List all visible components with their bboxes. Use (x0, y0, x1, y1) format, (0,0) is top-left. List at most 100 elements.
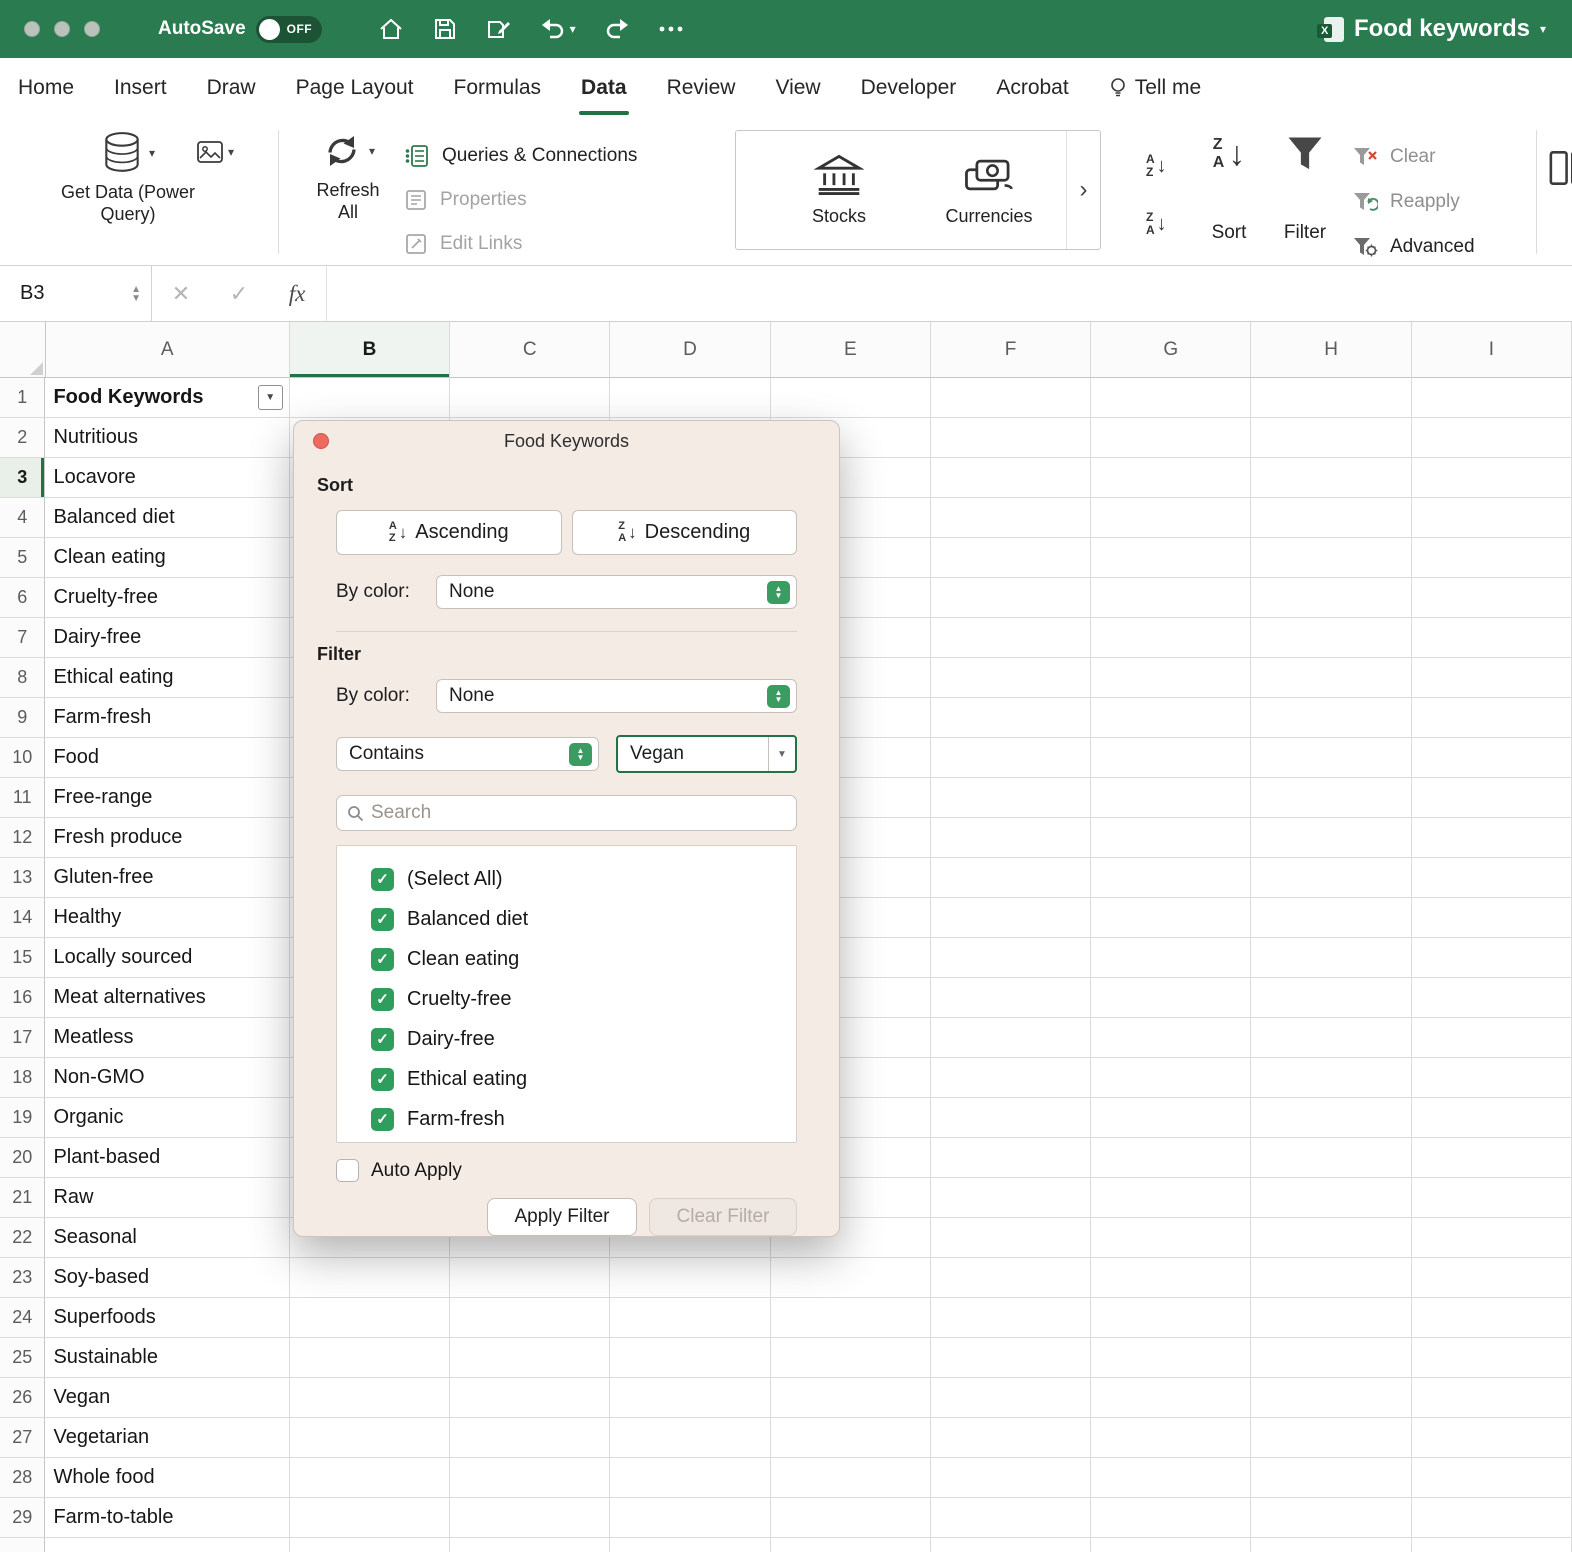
col-header-A[interactable]: A (45, 322, 290, 378)
cell-I15[interactable] (1411, 938, 1572, 978)
reapply-filter-button[interactable]: Reapply (1352, 179, 1475, 224)
row-header-20[interactable]: 20 (0, 1138, 46, 1178)
col-header-F[interactable]: F (930, 322, 1092, 378)
name-box-stepper[interactable]: ▲ ▼ (131, 284, 141, 303)
row-header-26[interactable]: 26 (0, 1378, 46, 1418)
cell-H13[interactable] (1251, 858, 1412, 898)
cell-G27[interactable] (1091, 1418, 1252, 1458)
checkbox-icon[interactable]: ✓ (371, 947, 394, 971)
cell-F4[interactable] (930, 498, 1092, 538)
cell-F21[interactable] (930, 1178, 1092, 1218)
cell-E1[interactable] (770, 378, 931, 418)
cell-H1[interactable] (1251, 378, 1412, 418)
search-input[interactable] (371, 802, 786, 824)
cell-I26[interactable] (1411, 1378, 1572, 1418)
cell-A13[interactable]: Gluten-free (45, 858, 290, 898)
cell-E25[interactable] (770, 1338, 931, 1378)
cell-F6[interactable] (930, 578, 1092, 618)
filter-text-combobox[interactable]: Vegan ▼ (616, 735, 797, 773)
cell-F19[interactable] (930, 1098, 1092, 1138)
filter-list-item[interactable]: ✓ Clean eating (371, 939, 796, 979)
search-box[interactable] (336, 795, 797, 831)
cell-A12[interactable]: Fresh produce (45, 818, 290, 858)
cell-F2[interactable] (930, 418, 1092, 458)
from-picture-chevron-icon[interactable]: ▾ (228, 145, 234, 159)
cell-C27[interactable] (450, 1418, 611, 1458)
cell-G20[interactable] (1091, 1138, 1252, 1178)
save-icon[interactable] (432, 16, 458, 42)
cell-F3[interactable] (930, 458, 1092, 498)
cell-H14[interactable] (1251, 898, 1412, 938)
refresh-all-chevron-icon[interactable]: ▾ (369, 144, 375, 158)
more-commands-icon[interactable] (658, 24, 684, 34)
sort-ascending-dialog-button[interactable]: A Z ↓ Ascending (336, 510, 562, 555)
row-header-21[interactable]: 21 (0, 1178, 46, 1218)
cell-B30[interactable] (290, 1538, 451, 1552)
cell-E28[interactable] (770, 1458, 931, 1498)
select-all-corner[interactable] (0, 322, 46, 378)
cell-G19[interactable] (1091, 1098, 1252, 1138)
filter-list-item[interactable]: ✓ Farm-fresh (371, 1099, 796, 1139)
cell-A17[interactable]: Meatless (45, 1018, 290, 1058)
cell-D30[interactable] (610, 1538, 771, 1552)
cell-H24[interactable] (1251, 1298, 1412, 1338)
cell-I17[interactable] (1411, 1018, 1572, 1058)
cell-C28[interactable] (450, 1458, 611, 1498)
cell-H4[interactable] (1251, 498, 1412, 538)
cell-A2[interactable]: Nutritious (45, 418, 290, 458)
cell-F16[interactable] (930, 978, 1092, 1018)
cell-F24[interactable] (930, 1298, 1092, 1338)
cell-G8[interactable] (1091, 658, 1252, 698)
redo-button[interactable] (604, 17, 630, 41)
cell-G11[interactable] (1091, 778, 1252, 818)
minimize-window-button[interactable] (54, 21, 70, 37)
cell-F15[interactable] (930, 938, 1092, 978)
cell-A4[interactable]: Balanced diet (45, 498, 290, 538)
cell-I5[interactable] (1411, 538, 1572, 578)
undo-button[interactable]: ▾ (540, 17, 576, 41)
cell-F12[interactable] (930, 818, 1092, 858)
cell-G21[interactable] (1091, 1178, 1252, 1218)
cell-F17[interactable] (930, 1018, 1092, 1058)
cell-G3[interactable] (1091, 458, 1252, 498)
row-header-25[interactable]: 25 (0, 1338, 46, 1378)
cell-H5[interactable] (1251, 538, 1412, 578)
text-to-columns-button[interactable] (1548, 148, 1572, 188)
cell-H25[interactable] (1251, 1338, 1412, 1378)
cell-I2[interactable] (1411, 418, 1572, 458)
cell-G23[interactable] (1091, 1258, 1252, 1298)
cell-H27[interactable] (1251, 1418, 1412, 1458)
cell-F10[interactable] (930, 738, 1092, 778)
cell-F5[interactable] (930, 538, 1092, 578)
cell-D29[interactable] (610, 1498, 771, 1538)
stocks-data-type[interactable]: Stocks (764, 131, 914, 249)
document-title-group[interactable]: X Food keywords ▾ (1316, 15, 1572, 43)
cell-A10[interactable]: Food (45, 738, 290, 778)
cell-H28[interactable] (1251, 1458, 1412, 1498)
cell-D26[interactable] (610, 1378, 771, 1418)
cell-E27[interactable] (770, 1418, 931, 1458)
cell-H10[interactable] (1251, 738, 1412, 778)
filter-condition-select[interactable]: Contains ▲ ▼ (336, 737, 599, 771)
cell-E24[interactable] (770, 1298, 931, 1338)
cell-A25[interactable]: Sustainable (45, 1338, 290, 1378)
cell-G29[interactable] (1091, 1498, 1252, 1538)
cell-B1[interactable] (289, 378, 451, 418)
row-header-1[interactable]: 1 (0, 378, 46, 418)
tab-review[interactable]: Review (667, 58, 736, 118)
tab-page-layout[interactable]: Page Layout (296, 58, 414, 118)
checkbox-icon[interactable]: ✓ (371, 867, 394, 891)
cell-A29[interactable]: Farm-to-table (45, 1498, 290, 1538)
zoom-window-button[interactable] (84, 21, 100, 37)
cell-A21[interactable]: Raw (45, 1178, 290, 1218)
cell-I14[interactable] (1411, 898, 1572, 938)
row-header-30[interactable] (0, 1538, 46, 1552)
cell-A8[interactable]: Ethical eating (45, 658, 290, 698)
cell-A22[interactable]: Seasonal (45, 1218, 290, 1258)
cell-A14[interactable]: Healthy (45, 898, 290, 938)
cell-I10[interactable] (1411, 738, 1572, 778)
cell-B26[interactable] (289, 1378, 451, 1418)
advanced-filter-button[interactable]: Advanced (1352, 224, 1475, 269)
autosave-toggle[interactable]: OFF (255, 15, 322, 43)
cell-B23[interactable] (289, 1258, 451, 1298)
